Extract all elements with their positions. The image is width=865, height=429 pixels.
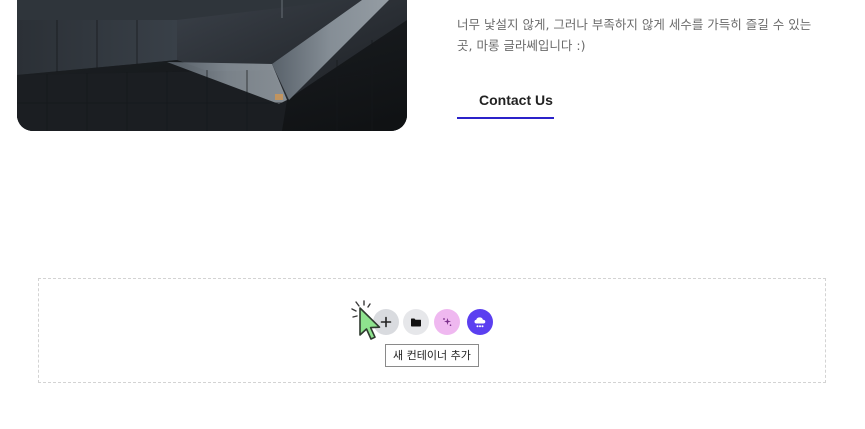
add-template-button[interactable]	[403, 309, 429, 335]
hero-image	[17, 0, 407, 131]
description-text: 너무 낯설지 않게, 그러나 부족하지 않게 세수를 가득히 즐길 수 있는 곳…	[457, 14, 852, 56]
contact-us-link[interactable]: Contact Us	[457, 89, 554, 119]
folder-icon	[411, 318, 421, 326]
add-container-tooltip: 새 컨테이너 추가	[385, 344, 479, 367]
description-line: 너무 낯설지 않게, 그러나 부족하지 않게 세수를 가득히 즐길 수 있는	[457, 17, 812, 32]
cloud-icon	[474, 317, 486, 328]
sparkle-icon	[443, 318, 452, 326]
empty-section-dropzone[interactable]	[38, 278, 826, 383]
add-container-button[interactable]	[373, 309, 399, 335]
description-line: 곳, 마롱 글라쎄입니다 :)	[457, 38, 586, 53]
ai-generate-button[interactable]	[434, 309, 460, 335]
plus-icon	[380, 316, 392, 328]
cloud-library-button[interactable]	[467, 309, 493, 335]
architecture-photo	[17, 0, 407, 131]
page: 너무 낯설지 않게, 그러나 부족하지 않게 세수를 가득히 즐길 수 있는 곳…	[0, 0, 865, 429]
